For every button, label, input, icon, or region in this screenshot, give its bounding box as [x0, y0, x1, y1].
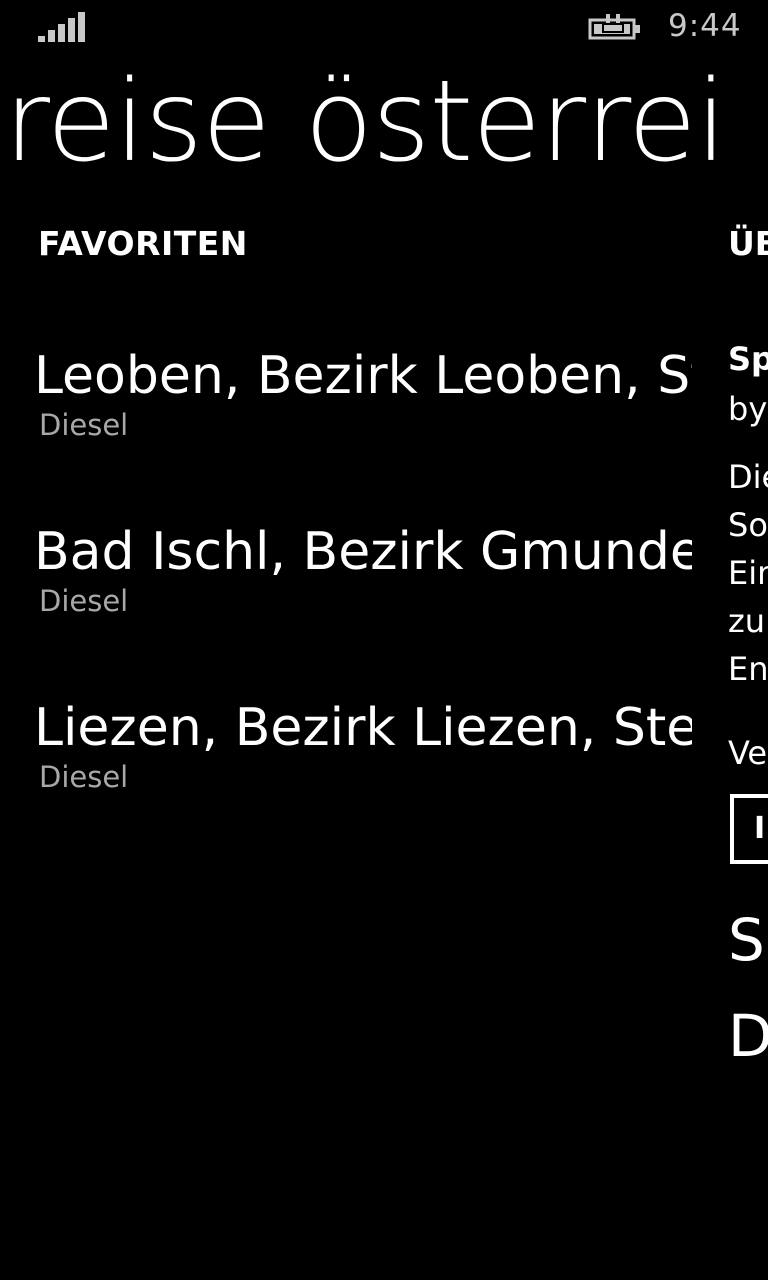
- about-version: Ve: [728, 734, 768, 772]
- favorite-item[interactable]: Liezen, Bezirk Liezen, Steie Diesel: [34, 698, 692, 794]
- about-text-line: zu: [728, 602, 766, 640]
- about-text-line: Die: [728, 458, 768, 496]
- about-header[interactable]: ÜB: [728, 224, 768, 263]
- favorite-title: Leoben, Bezirk Leoben, St: [34, 346, 692, 406]
- about-link-second[interactable]: D: [728, 1002, 768, 1070]
- favorites-pivot: FAVORITEN Leoben, Bezirk Leoben, St Dies…: [0, 0, 692, 1280]
- favorite-fuel: Diesel: [39, 408, 129, 442]
- about-author: by: [728, 390, 768, 428]
- about-text-line: Ent: [728, 650, 768, 688]
- favorite-item[interactable]: Bad Ischl, Bezirk Gmunder Diesel: [34, 522, 692, 618]
- about-text-line: So: [728, 506, 768, 544]
- favorites-header[interactable]: FAVORITEN: [38, 224, 248, 263]
- about-pivot-peek[interactable]: ÜB Sp by Die So Ein zu Ent Ve I Su D: [728, 0, 768, 1280]
- about-action-button[interactable]: I: [730, 794, 768, 864]
- favorite-item[interactable]: Leoben, Bezirk Leoben, St Diesel: [34, 346, 692, 442]
- favorite-title: Liezen, Bezirk Liezen, Steie: [34, 698, 692, 758]
- favorite-title: Bad Ischl, Bezirk Gmunder: [34, 522, 692, 582]
- about-link-support[interactable]: Su: [728, 906, 768, 974]
- about-app-name: Sp: [728, 340, 768, 378]
- favorite-fuel: Diesel: [39, 584, 129, 618]
- favorite-fuel: Diesel: [39, 760, 129, 794]
- about-text-line: Ein: [728, 554, 768, 592]
